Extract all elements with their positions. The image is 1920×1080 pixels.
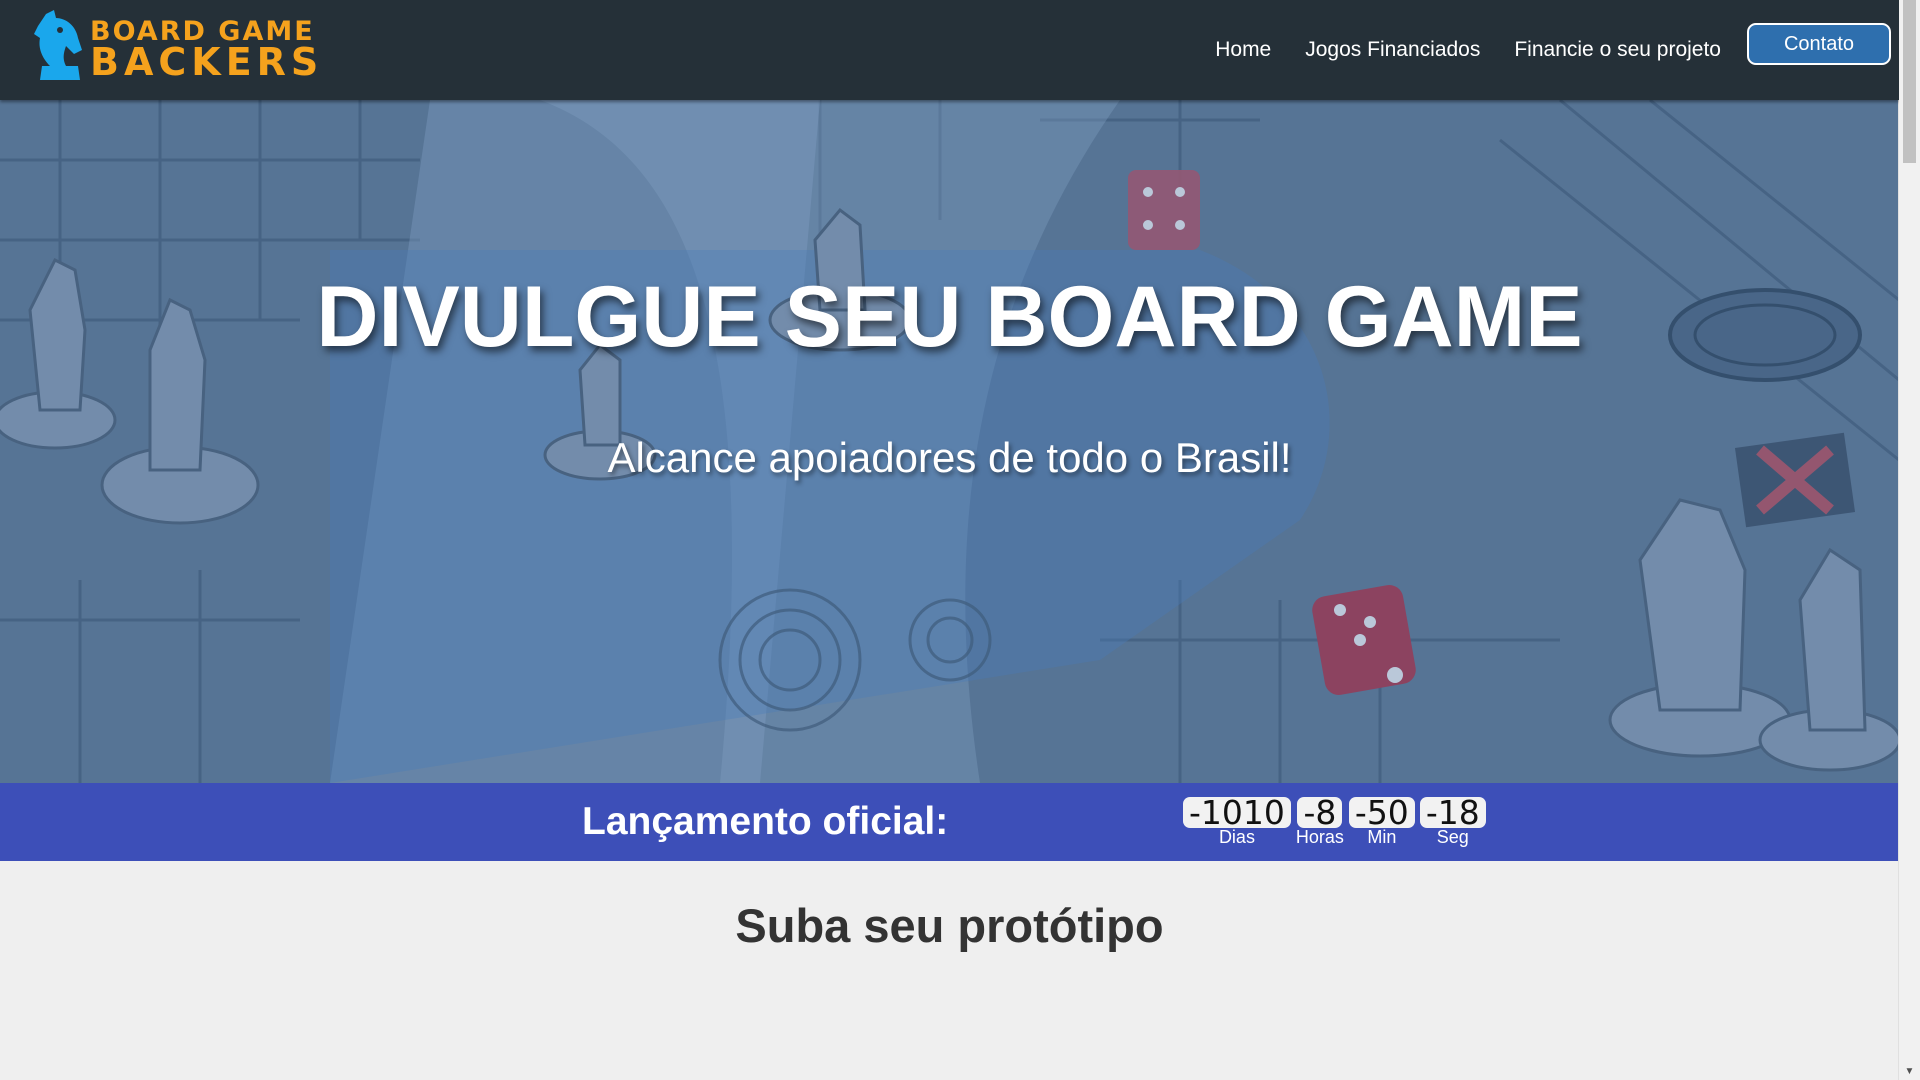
section-title: Suba seu protótipo [735,899,1164,952]
countdown-value: -8 [1297,796,1343,829]
countdown-value: -18 [1419,796,1486,829]
brand-line2: BACKERS [90,40,324,84]
countdown: -1010 Dias -8 Horas -50 Min -18 Seg [1183,796,1486,847]
scrollbar-thumb[interactable] [1903,0,1916,163]
launch-label: Lançamento oficial: [582,800,949,843]
countdown-value: -1010 [1183,796,1291,829]
page: BOARD GAME BACKERS Home Jogos Financiado… [0,0,1899,1080]
hero-title: DIVULGUE SEU BOARD GAME [316,269,1583,365]
hero-banner: DIVULGUE SEU BOARD GAME Alcance apoiador… [0,100,1899,783]
countdown-unit-label: Dias [1218,827,1255,847]
launch-countdown-bar: Lançamento oficial: -1010 Dias -8 Horas … [0,783,1899,861]
countdown-unit-label: Min [1367,827,1397,847]
navbar: BOARD GAME BACKERS Home Jogos Financiado… [0,0,1899,100]
nav-links: Home Jogos Financiados Financie o seu pr… [1215,0,1721,100]
page-scrollbar[interactable]: ▼ [1898,0,1920,1080]
countdown-unit-label: Horas [1295,827,1344,847]
brand-name: BOARD GAME BACKERS [90,18,323,81]
countdown-seconds: -18 Seg [1419,796,1486,847]
countdown-hours: -8 Horas [1295,796,1344,847]
scroll-down-arrow-icon[interactable]: ▼ [1899,1063,1920,1080]
nav-link-home[interactable]: Home [1215,38,1271,62]
nav-link-jogos-financiados[interactable]: Jogos Financiados [1305,38,1480,62]
brand-logo[interactable]: BOARD GAME BACKERS [32,10,318,82]
countdown-minutes: -50 Min [1348,796,1415,847]
knight-chess-piece-icon [34,10,82,80]
contact-button[interactable]: Contato [1747,23,1891,65]
nav-link-financie[interactable]: Financie o seu projeto [1514,38,1721,62]
countdown-days: -1010 Dias [1183,796,1291,847]
countdown-unit-label: Seg [1436,827,1469,847]
hero-subtitle: Alcance apoiadores de todo o Brasil! [607,434,1292,481]
countdown-value: -50 [1348,796,1415,829]
